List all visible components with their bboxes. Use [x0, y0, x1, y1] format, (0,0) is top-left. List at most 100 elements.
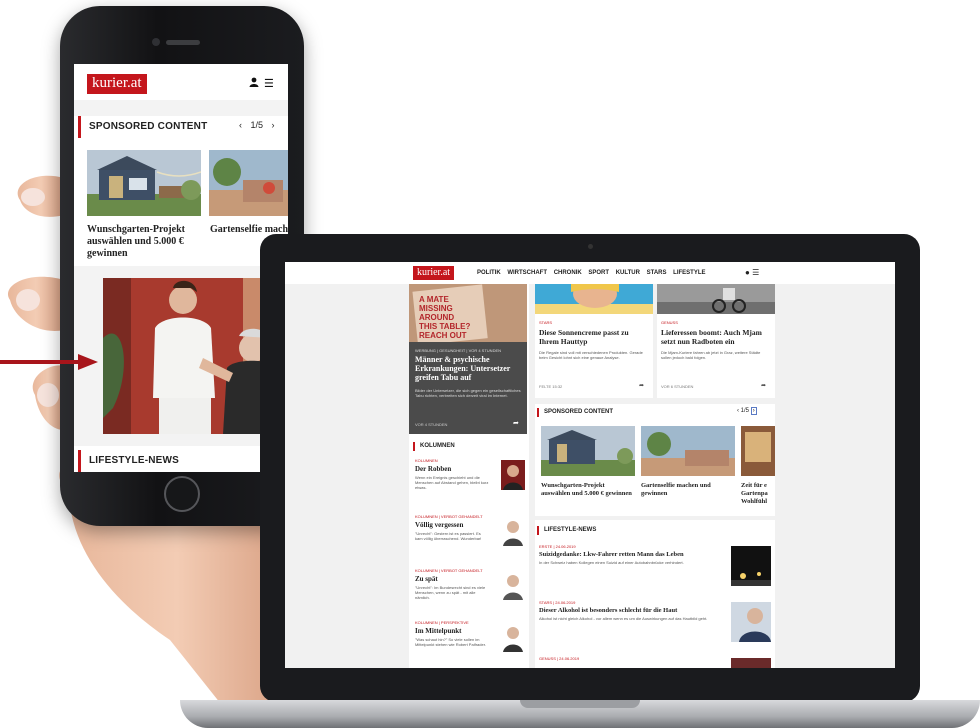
svg-text:THIS TABLE?: THIS TABLE?: [419, 322, 471, 331]
chevron-left-icon[interactable]: ‹: [239, 120, 242, 130]
share-icon[interactable]: ➦: [513, 419, 519, 427]
section-title: SPONSORED CONTENT: [78, 116, 207, 138]
share-icon[interactable]: ➦: [761, 382, 766, 389]
phone-lifestyle-section: LIFESTYLE-NEWS: [74, 446, 288, 472]
section-title: SPONSORED CONTENT: [537, 408, 613, 417]
sponsored-caption[interactable]: Wunschgarten-Projekt auswählen und 5.000…: [541, 482, 635, 498]
author-avatar[interactable]: [501, 460, 525, 490]
main-nav: POLITIK WIRTSCHAFT CHRONIK SPORT KULTUR …: [477, 270, 711, 276]
share-icon[interactable]: ➦: [639, 382, 644, 389]
feature-kicker: WERBUNG | GESUNDHEIT | VOR 4 STUNDEN: [415, 348, 502, 353]
menu-search-icon[interactable]: ☰: [264, 77, 274, 90]
nav-item-kultur[interactable]: KULTUR: [616, 270, 640, 276]
carousel-pager: ‹ 1/5 ›: [737, 407, 757, 415]
page-indicator: 1/5: [740, 408, 750, 414]
chevron-left-icon[interactable]: ‹: [737, 408, 739, 414]
left-column: A MATE MISSING AROUND THIS TABLE? REACH …: [409, 284, 529, 668]
card-teaser: Die Mjam-Kuriere fahren ab jetzt in Graz…: [661, 350, 761, 360]
laptop-camera: [588, 244, 593, 249]
lifestyle-item[interactable]: GENUSS | 24.06.2019: [539, 656, 771, 668]
kolumne-teaser: "Unrecht": Gestern ist es passiert. Es k…: [415, 531, 482, 541]
wine-woman-image[interactable]: [731, 602, 771, 642]
kolumne-teaser: "Unrecht": Im Bundesrecht sind es viele …: [415, 585, 486, 600]
author-avatar[interactable]: [501, 622, 525, 652]
svg-text:MISSING: MISSING: [419, 304, 453, 313]
laptop-screen: kurier.at POLITIK WIRTSCHAFT CHRONIK SPO…: [285, 262, 895, 668]
lifestyle-item[interactable]: STARS | 24.06.2019 Dieser Alkohol ist be…: [539, 600, 771, 642]
lifestyle-item[interactable]: ERSTE | 24.06.2019 Suizidgedanke: Lkw-Fa…: [539, 544, 771, 586]
card-title[interactable]: Diese Sonnencreme passt zu Ihrem Hauttyp: [539, 328, 649, 346]
sponsored-caption[interactable]: Wunschgarten-Projekt auswählen und 5.000…: [87, 224, 203, 260]
phone-sponsored-section: SPONSORED CONTENT ‹ 1/5 › Wunschgarten-P…: [74, 116, 288, 266]
page-indicator: 1/5: [250, 120, 264, 130]
site-header: kurier.at POLITIK WIRTSCHAFT CHRONIK SPO…: [285, 262, 895, 284]
promo-text: A MATE: [419, 295, 449, 304]
article-card[interactable]: GENUSS Lieferessen boomt: Auch Mjam setz…: [657, 284, 775, 398]
home-button[interactable]: [164, 476, 200, 512]
card-time: VOR 6 STUNDEN: [661, 384, 694, 389]
phone-camera: [152, 38, 160, 46]
garden-selfie-image[interactable]: [209, 150, 288, 216]
feature-teaser: Bilder der Untersetzer, die sich gegen e…: [415, 388, 521, 398]
article-thumbnail[interactable]: [731, 658, 771, 668]
card-title[interactable]: Lieferessen boomt: Auch Mjam setzt nun R…: [661, 328, 771, 346]
bike-courier-image[interactable]: [657, 284, 775, 314]
carousel-pager: ‹ 1/5 ›: [236, 120, 278, 130]
feature-card[interactable]: WERBUNG | GESUNDHEIT | VOR 4 STUNDEN Män…: [409, 342, 527, 434]
item-teaser: Alkohol ist nicht gleich Alkohol - vor a…: [539, 616, 708, 621]
garden-house-image[interactable]: [87, 150, 201, 216]
menu-search-icon[interactable]: ☰: [752, 268, 759, 277]
user-icon[interactable]: ●: [745, 268, 750, 277]
sponsored-caption[interactable]: Gartenselfie machen und gewinnen: [641, 482, 735, 498]
garden-house-image[interactable]: [541, 426, 635, 476]
svg-text:AROUND: AROUND: [419, 313, 454, 322]
chevron-right-icon[interactable]: ›: [272, 120, 275, 130]
nav-item-sport[interactable]: SPORT: [588, 270, 609, 276]
highway-night-image[interactable]: [731, 546, 771, 586]
item-title[interactable]: Suizidgedanke: Lkw-Fahrer retten Mann da…: [539, 551, 725, 558]
kolumnen-title: KOLUMNEN: [413, 442, 455, 451]
card-kicker: GENUSS: [661, 320, 678, 325]
sponsored-section: SPONSORED CONTENT ‹ 1/5 › Wunschgarten-P…: [535, 404, 775, 516]
chevron-right-icon[interactable]: ›: [750, 407, 757, 415]
phone-screen: kurier.at ☰ SPONSORED CONTENT ‹ 1/5 › Wu…: [74, 64, 288, 472]
nav-item-stars[interactable]: STARS: [647, 270, 667, 276]
kolumne-item[interactable]: KOLUMNEN Der Robben Wenn ein Ereignis ge…: [415, 458, 527, 490]
kolumne-item[interactable]: KOLUMNEN | VERBOT GEHANDELT Zu spät "Unr…: [415, 568, 527, 600]
kolumne-teaser: Wenn ein Ereignis geschieht und die Mens…: [415, 475, 489, 490]
nav-item-chronik[interactable]: CHRONIK: [554, 270, 582, 276]
article-card[interactable]: STARS Diese Sonnencreme passt zu Ihrem H…: [535, 284, 653, 398]
card-teaser: Die Regale sind voll mit verschiedenen P…: [539, 350, 643, 360]
kolumne-item[interactable]: KOLUMNEN | PERSPEKTIVE Im Mittelpunkt "W…: [415, 620, 527, 652]
card-time: FELTE 15:32: [539, 384, 563, 389]
phone-speaker: [166, 40, 200, 45]
lifestyle-section: LIFESTYLE-NEWS ERSTE | 24.06.2019 Suizid…: [535, 520, 775, 668]
kolumne-item[interactable]: KOLUMNEN | VERBOT GEHANDELT Völlig verge…: [415, 514, 527, 546]
nav-item-politik[interactable]: POLITIK: [477, 270, 501, 276]
item-title[interactable]: Dieser Alkohol ist besonders schlecht fü…: [539, 607, 725, 614]
card-kicker: STARS: [539, 320, 553, 325]
sponsored-caption[interactable]: Zeit für e Gartenpa Wohlfühl: [741, 482, 775, 506]
nav-item-lifestyle[interactable]: LIFESTYLE: [673, 270, 705, 276]
feature-title[interactable]: Männer & psychische Erkrankungen: Unters…: [415, 355, 523, 382]
site-logo[interactable]: kurier.at: [413, 266, 455, 280]
sunscreen-image[interactable]: [535, 284, 653, 314]
svg-text:REACH OUT: REACH OUT: [419, 331, 467, 340]
user-icon[interactable]: [249, 77, 259, 87]
feature-time: VOR 4 STUNDEN: [415, 422, 448, 427]
nav-item-wirtschaft[interactable]: WIRTSCHAFT: [507, 270, 547, 276]
author-avatar[interactable]: [501, 516, 525, 546]
kolumne-teaser: "Was schaut hin?" So viele sollen im Mit…: [415, 637, 486, 647]
item-teaser: In der Schweiz haben Kollegen einen Suiz…: [539, 560, 684, 565]
author-avatar[interactable]: [501, 570, 525, 600]
arrow-icon: [0, 354, 98, 370]
section-title: LIFESTYLE-NEWS: [78, 450, 179, 472]
header-icons: ● ☰: [745, 268, 759, 277]
section-title: LIFESTYLE-NEWS: [537, 526, 596, 535]
laptop-notch: [520, 700, 640, 708]
garden-selfie-image[interactable]: [641, 426, 735, 476]
promo-coaster-image[interactable]: A MATE MISSING AROUND THIS TABLE? REACH …: [409, 284, 527, 342]
garden-party-image[interactable]: [741, 426, 775, 476]
phone-header: kurier.at ☰: [74, 64, 288, 100]
phone-logo[interactable]: kurier.at: [87, 74, 147, 94]
